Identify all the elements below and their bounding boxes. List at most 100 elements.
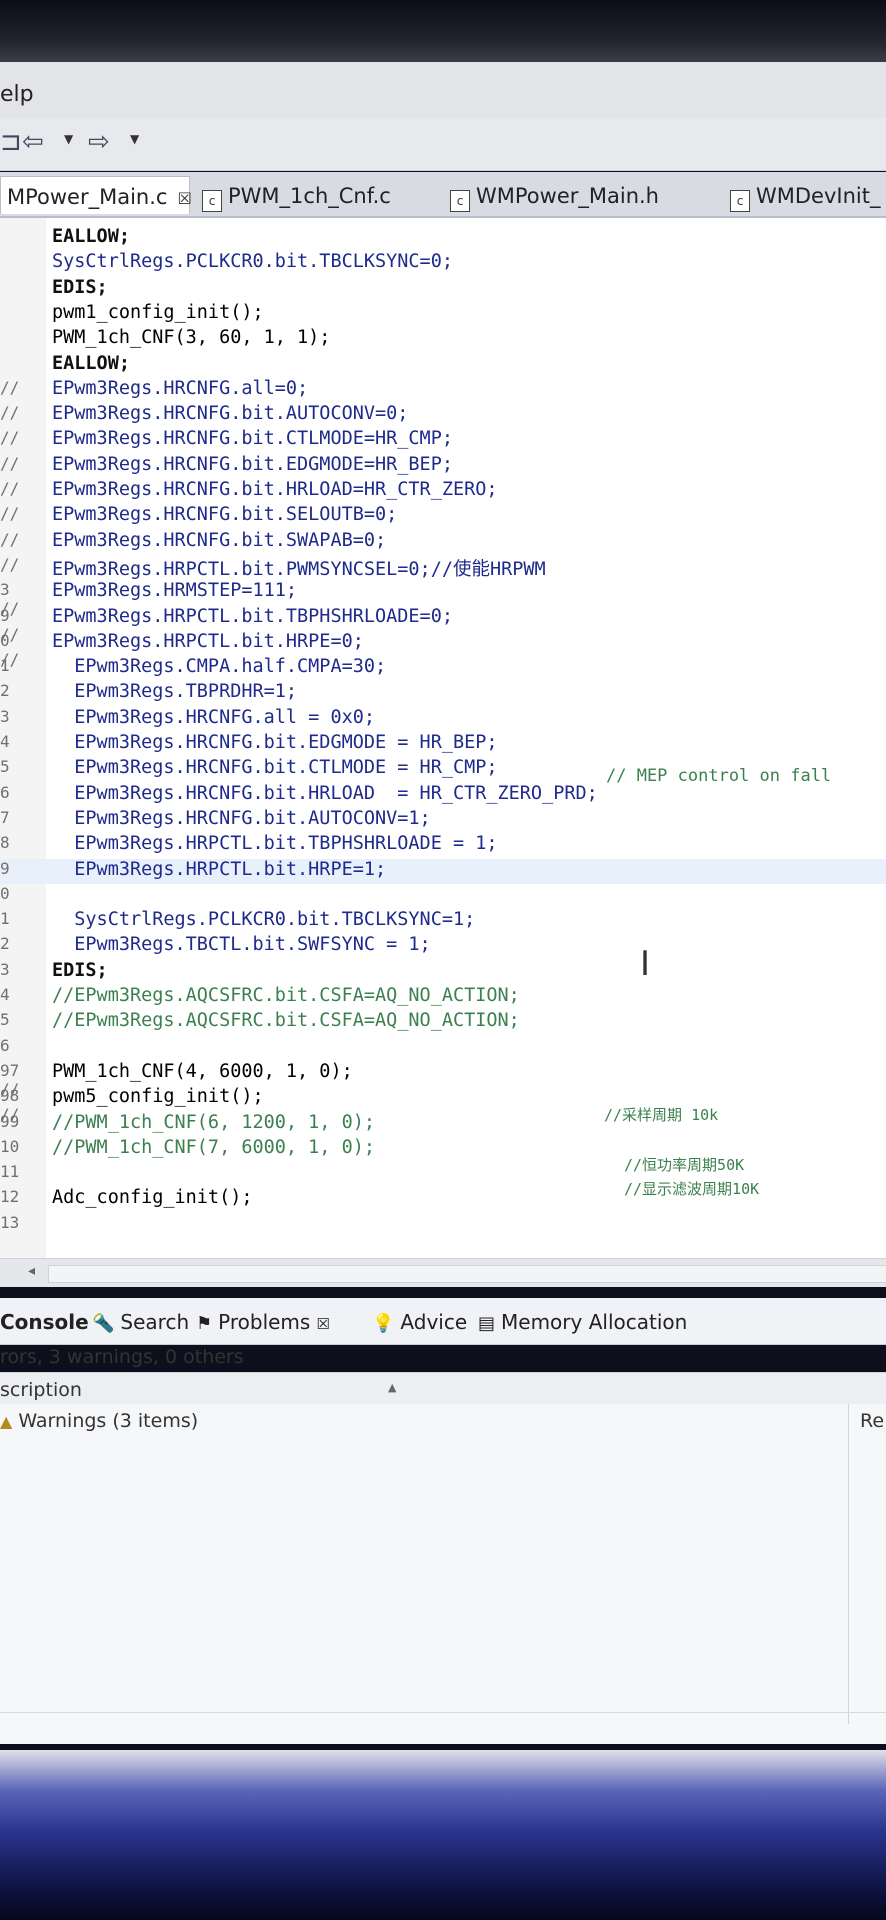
code-line[interactable]: 6 <box>0 1036 886 1061</box>
tab-wmpower-main-h[interactable]: c WMPower_Main.h <box>444 176 665 214</box>
menu-help[interactable]: elp <box>0 82 34 107</box>
line-number: 11 <box>0 1162 20 1182</box>
code-line[interactable]: // EPwm3Regs.HRCNFG.bit.SWAPAB=0; <box>0 530 886 555</box>
code-line[interactable]: // EPwm3Regs.HRCNFG.bit.CTLMODE=HR_CMP; <box>0 428 886 453</box>
code-line[interactable]: 99 //PWM_1ch_CNF(6, 1200, 1, 0); <box>0 1112 886 1137</box>
code-line[interactable]: 1 SysCtrlRegs.PCLKCR0.bit.TBCLKSYNC=1; <box>0 909 886 934</box>
code-line[interactable]: 6 EPwm3Regs.HRCNFG.bit.HRLOAD = HR_CTR_Z… <box>0 783 886 808</box>
tab-problems[interactable]: ⚑ Problems ☒ <box>196 1310 330 1334</box>
column-description[interactable]: scription <box>0 1379 82 1401</box>
code-line[interactable]: 3 EPwm3Regs.HRCNFG.all = 0x0; <box>0 707 886 732</box>
tab-wmdevinit[interactable]: c WMDevInit_ <box>724 176 886 214</box>
trailing-comment: //显示滤波周期10K <box>624 1180 760 1198</box>
warnings-tree-row[interactable]: ▲ Warnings (3 items) <box>0 1410 198 1432</box>
line-number: // <box>0 428 20 448</box>
tab-label: MPower_Main.c <box>7 185 168 209</box>
code-line[interactable]: 8 EPwm3Regs.HRPCTL.bit.TBPHSHRLOADE = 1; <box>0 833 886 858</box>
c-file-icon: c <box>202 190 222 212</box>
line-number: 12 <box>0 1187 20 1207</box>
code-line[interactable]: // EPwm3Regs.HRCNFG.bit.SELOUTB=0; <box>0 504 886 529</box>
close-tab-icon[interactable]: ☒ <box>316 1315 329 1333</box>
code-line[interactable]: 9 //EPwm3Regs.HRPCTL.bit.TBPHSHRLOADE=0; <box>0 606 886 644</box>
code-line[interactable]: EDIS; <box>0 277 886 302</box>
trailing-comment: // MEP control on fall <box>606 766 832 786</box>
code-text: EPwm3Regs.HRCNFG.bit.CTLMODE=HR_CMP; <box>52 428 453 450</box>
forward-arrow-icon[interactable]: ⇨ <box>88 128 110 156</box>
code-text: pwm1_config_init(); <box>52 301 264 323</box>
code-line[interactable]: EALLOW; <box>0 226 886 251</box>
code-line[interactable]: 0 //EPwm3Regs.HRPCTL.bit.HRPE=0; <box>0 631 886 669</box>
tab-console[interactable]: Console <box>0 1310 89 1334</box>
code-editor[interactable]: EALLOW; SysCtrlRegs.PCLKCR0.bit.TBCLKSYNC… <box>0 218 886 1258</box>
code-line[interactable]: 5 //EPwm3Regs.AQCSFRC.bit.CSFA=AQ_NO_ACTI… <box>0 1010 886 1035</box>
close-tab-icon[interactable]: ☒ <box>177 189 191 208</box>
sort-ascending-icon: ▲ <box>388 1381 397 1394</box>
line-number: // <box>0 529 20 549</box>
problems-icon: ⚑ <box>196 1313 213 1334</box>
line-number: 10 <box>0 1136 20 1156</box>
scrollbar-thumb[interactable] <box>48 1265 886 1283</box>
code-text: PWM_1ch_CNF(3, 60, 1, 1); <box>52 327 331 349</box>
code-line[interactable]: 1 EPwm3Regs.CMPA.half.CMPA=30; <box>0 656 886 681</box>
code-line[interactable]: 4 EPwm3Regs.HRCNFG.bit.EDGMODE = HR_BEP; <box>0 732 886 757</box>
tab-mpower-main-c[interactable]: MPower_Main.c ☒ <box>0 176 192 214</box>
code-text: EPwm3Regs.TBPRDHR=1; <box>52 681 298 703</box>
scroll-left-icon[interactable]: ◂ <box>28 1263 35 1279</box>
code-text: EPwm3Regs.HRCNFG.bit.HRLOAD = HR_CTR_ZER… <box>52 782 598 804</box>
back-arrow-icon[interactable]: ⇦ <box>22 128 44 156</box>
code-line[interactable]: 4 //EPwm3Regs.AQCSFRC.bit.CSFA=AQ_NO_ACTI… <box>0 985 886 1010</box>
tab-pwm-1ch-cnf-c[interactable]: c PWM_1ch_Cnf.c <box>196 176 397 214</box>
tab-search[interactable]: 🔦 Search <box>92 1310 189 1334</box>
code-line[interactable]: 9 EPwm3Regs.HRPCTL.bit.HRPE=1; <box>0 858 886 884</box>
code-line[interactable]: // EPwm3Regs.HRPCTL.bit.PWMSYNCSEL=0;//使能… <box>0 555 886 580</box>
code-line[interactable]: 13 <box>0 1213 886 1238</box>
code-text: EPwm3Regs.HRMSTEP=111; <box>52 580 298 602</box>
code-text: EPwm3Regs.HRCNFG.all = 0x0; <box>52 706 376 728</box>
forward-dropdown-icon[interactable]: ▼ <box>130 132 139 146</box>
horizontal-scrollbar[interactable]: ◂ <box>0 1258 886 1287</box>
code-line[interactable]: 3 //EPwm3Regs.HRMSTEP=111; <box>0 580 886 618</box>
code-line[interactable]: EALLOW; <box>0 353 886 378</box>
code-line[interactable]: 7 EPwm3Regs.HRCNFG.bit.AUTOCONV=1; <box>0 808 886 833</box>
line-number: 6 <box>0 782 10 802</box>
code-line[interactable]: 97 //PWM_1ch_CNF(4, 6000, 1, 0); <box>0 1060 886 1099</box>
code-line[interactable]: 3 EDIS; <box>0 960 886 985</box>
code-line[interactable]: // EPwm3Regs.HRCNFG.bit.HRLOAD=HR_CTR_ZER… <box>0 479 886 504</box>
line-number: 2 <box>0 681 10 701</box>
code-text: EPwm3Regs.HRCNFG.bit.HRLOAD=HR_CTR_ZERO; <box>52 479 498 500</box>
code-line[interactable]: 2 EPwm3Regs.TBCTL.bit.SWFSYNC = 1; <box>0 934 886 959</box>
toolbar-edge-icon: ⊐ <box>0 127 22 157</box>
code-text: EPwm3Regs.HRPCTL.bit.HRPE=1; <box>52 858 387 880</box>
column-resource[interactable]: Re <box>860 1410 884 1432</box>
code-line[interactable]: PWM_1ch_CNF(3, 60, 1, 1); <box>0 327 886 352</box>
code-line[interactable]: 98 //pwm5_config_init(); <box>0 1086 886 1124</box>
code-text: EPwm3Regs.TBCTL.bit.SWFSYNC = 1; <box>52 934 431 956</box>
line-number: 3 <box>0 959 10 979</box>
text-cursor-ibeam-icon: I <box>640 944 651 984</box>
code-line[interactable]: pwm1_config_init(); <box>0 302 886 327</box>
problems-column-header: scription ▲ <box>0 1372 886 1406</box>
code-line[interactable]: 2 EPwm3Regs.TBPRDHR=1; <box>0 681 886 706</box>
code-line[interactable]: // EPwm3Regs.HRCNFG.all=0; <box>0 378 886 403</box>
line-number: 6 <box>0 1035 10 1055</box>
tab-memory-allocation[interactable]: ▤ Memory Allocation <box>478 1310 687 1334</box>
code-text: EPwm3Regs.HRCNFG.bit.CTLMODE = HR_CMP; <box>52 757 498 779</box>
code-text: Adc_config_init(); <box>52 1187 253 1209</box>
code-line[interactable]: SysCtrlRegs.PCLKCR0.bit.TBCLKSYNC=0; <box>0 251 886 276</box>
code-text: EDIS; <box>52 959 108 981</box>
lightbulb-icon: 💡 <box>372 1313 395 1334</box>
code-line[interactable]: 10 //PWM_1ch_CNF(7, 6000, 1, 0); <box>0 1137 886 1162</box>
tab-label: WMPower_Main.h <box>476 184 659 208</box>
code-line[interactable]: // EPwm3Regs.HRCNFG.bit.EDGMODE=HR_BEP; <box>0 454 886 479</box>
code-text: PWM_1ch_CNF(4, 6000, 1, 0); <box>52 1060 353 1082</box>
code-text: //PWM_1ch_CNF(7, 6000, 1, 0); <box>52 1136 376 1158</box>
code-text: SysCtrlRegs.PCLKCR0.bit.TBCLKSYNC=0; <box>52 251 453 273</box>
line-number: 4 <box>0 732 10 751</box>
code-text: EDIS; <box>52 276 108 298</box>
tab-advice[interactable]: 💡 Advice <box>372 1310 467 1334</box>
bottom-panel-tabs: Console 🔦 Search ⚑ Problems ☒ 💡 Advice ▤ Memo… <box>0 1298 886 1345</box>
code-text: pwm5_config_init(); <box>52 1086 264 1108</box>
code-line[interactable]: 0 <box>0 884 886 909</box>
back-dropdown-icon[interactable]: ▼ <box>64 132 73 146</box>
code-line[interactable]: // EPwm3Regs.HRCNFG.bit.AUTOCONV=0; <box>0 403 886 428</box>
